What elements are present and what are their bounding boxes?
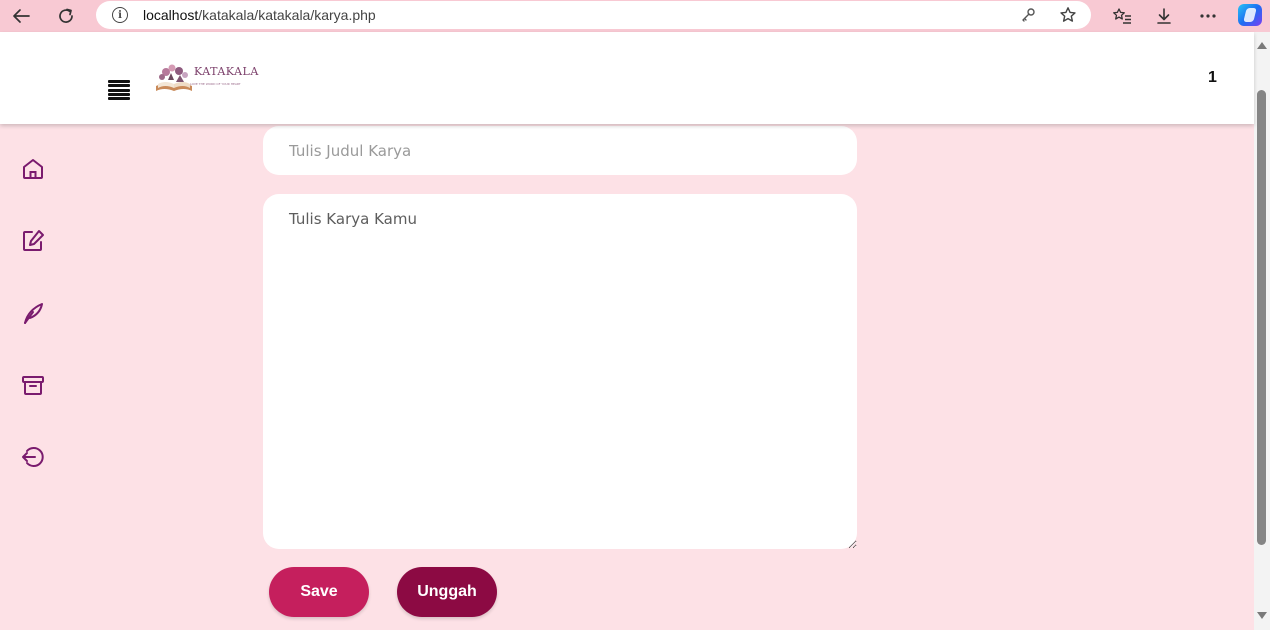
logout-icon xyxy=(22,447,44,467)
favorites-list-icon[interactable] xyxy=(1110,4,1134,28)
site-header: KATAKALA LOVE THE WORD OF YOUR HEART 1 xyxy=(0,32,1254,124)
sidebar-item-write[interactable] xyxy=(20,228,46,254)
back-arrow-icon[interactable] xyxy=(8,4,34,28)
notification-count[interactable]: 1 xyxy=(1208,69,1217,87)
karya-textarea[interactable] xyxy=(263,194,857,549)
browser-toolbar: i localhost/katakala/katakala/karya.php xyxy=(0,0,1270,32)
katakala-logo[interactable] xyxy=(154,58,254,98)
page: KATAKALA LOVE THE WORD OF YOUR HEART 1 T… xyxy=(0,32,1254,630)
title-input[interactable] xyxy=(263,126,857,175)
key-icon[interactable] xyxy=(1017,5,1039,25)
upload-button[interactable]: Unggah xyxy=(397,567,497,617)
logo-text: KATAKALA xyxy=(194,65,259,78)
feather-icon xyxy=(24,303,43,324)
scroll-up-arrow-icon[interactable] xyxy=(1257,42,1267,49)
scroll-down-arrow-icon[interactable] xyxy=(1257,612,1267,619)
info-icon[interactable]: i xyxy=(112,7,128,23)
home-icon xyxy=(23,159,43,179)
edit-icon xyxy=(23,230,44,251)
favorite-star-icon[interactable] xyxy=(1057,5,1079,25)
sidebar-item-karya[interactable] xyxy=(20,300,46,326)
url-host: localhost xyxy=(143,7,199,23)
sidebar-item-logout[interactable] xyxy=(20,444,46,470)
hamburger-menu-icon[interactable] xyxy=(108,80,130,100)
url-path: /katakala/katakala/karya.php xyxy=(198,7,376,23)
scrollbar-thumb[interactable] xyxy=(1257,90,1266,545)
logo-tagline: LOVE THE WORD OF YOUR HEART xyxy=(190,82,241,86)
sidebar-item-archive[interactable] xyxy=(20,372,46,398)
url-text[interactable]: localhost/katakala/katakala/karya.php xyxy=(143,7,376,23)
download-icon[interactable] xyxy=(1152,4,1176,28)
page-scrollbar[interactable] xyxy=(1254,32,1270,630)
sidebar-item-home[interactable] xyxy=(20,156,46,182)
more-menu-icon[interactable] xyxy=(1196,4,1220,28)
archive-icon xyxy=(22,376,44,395)
save-button[interactable]: Save xyxy=(269,567,369,617)
reload-icon[interactable] xyxy=(53,4,79,28)
copilot-icon[interactable] xyxy=(1238,4,1262,26)
address-bar[interactable]: i localhost/katakala/katakala/karya.php xyxy=(96,1,1091,29)
